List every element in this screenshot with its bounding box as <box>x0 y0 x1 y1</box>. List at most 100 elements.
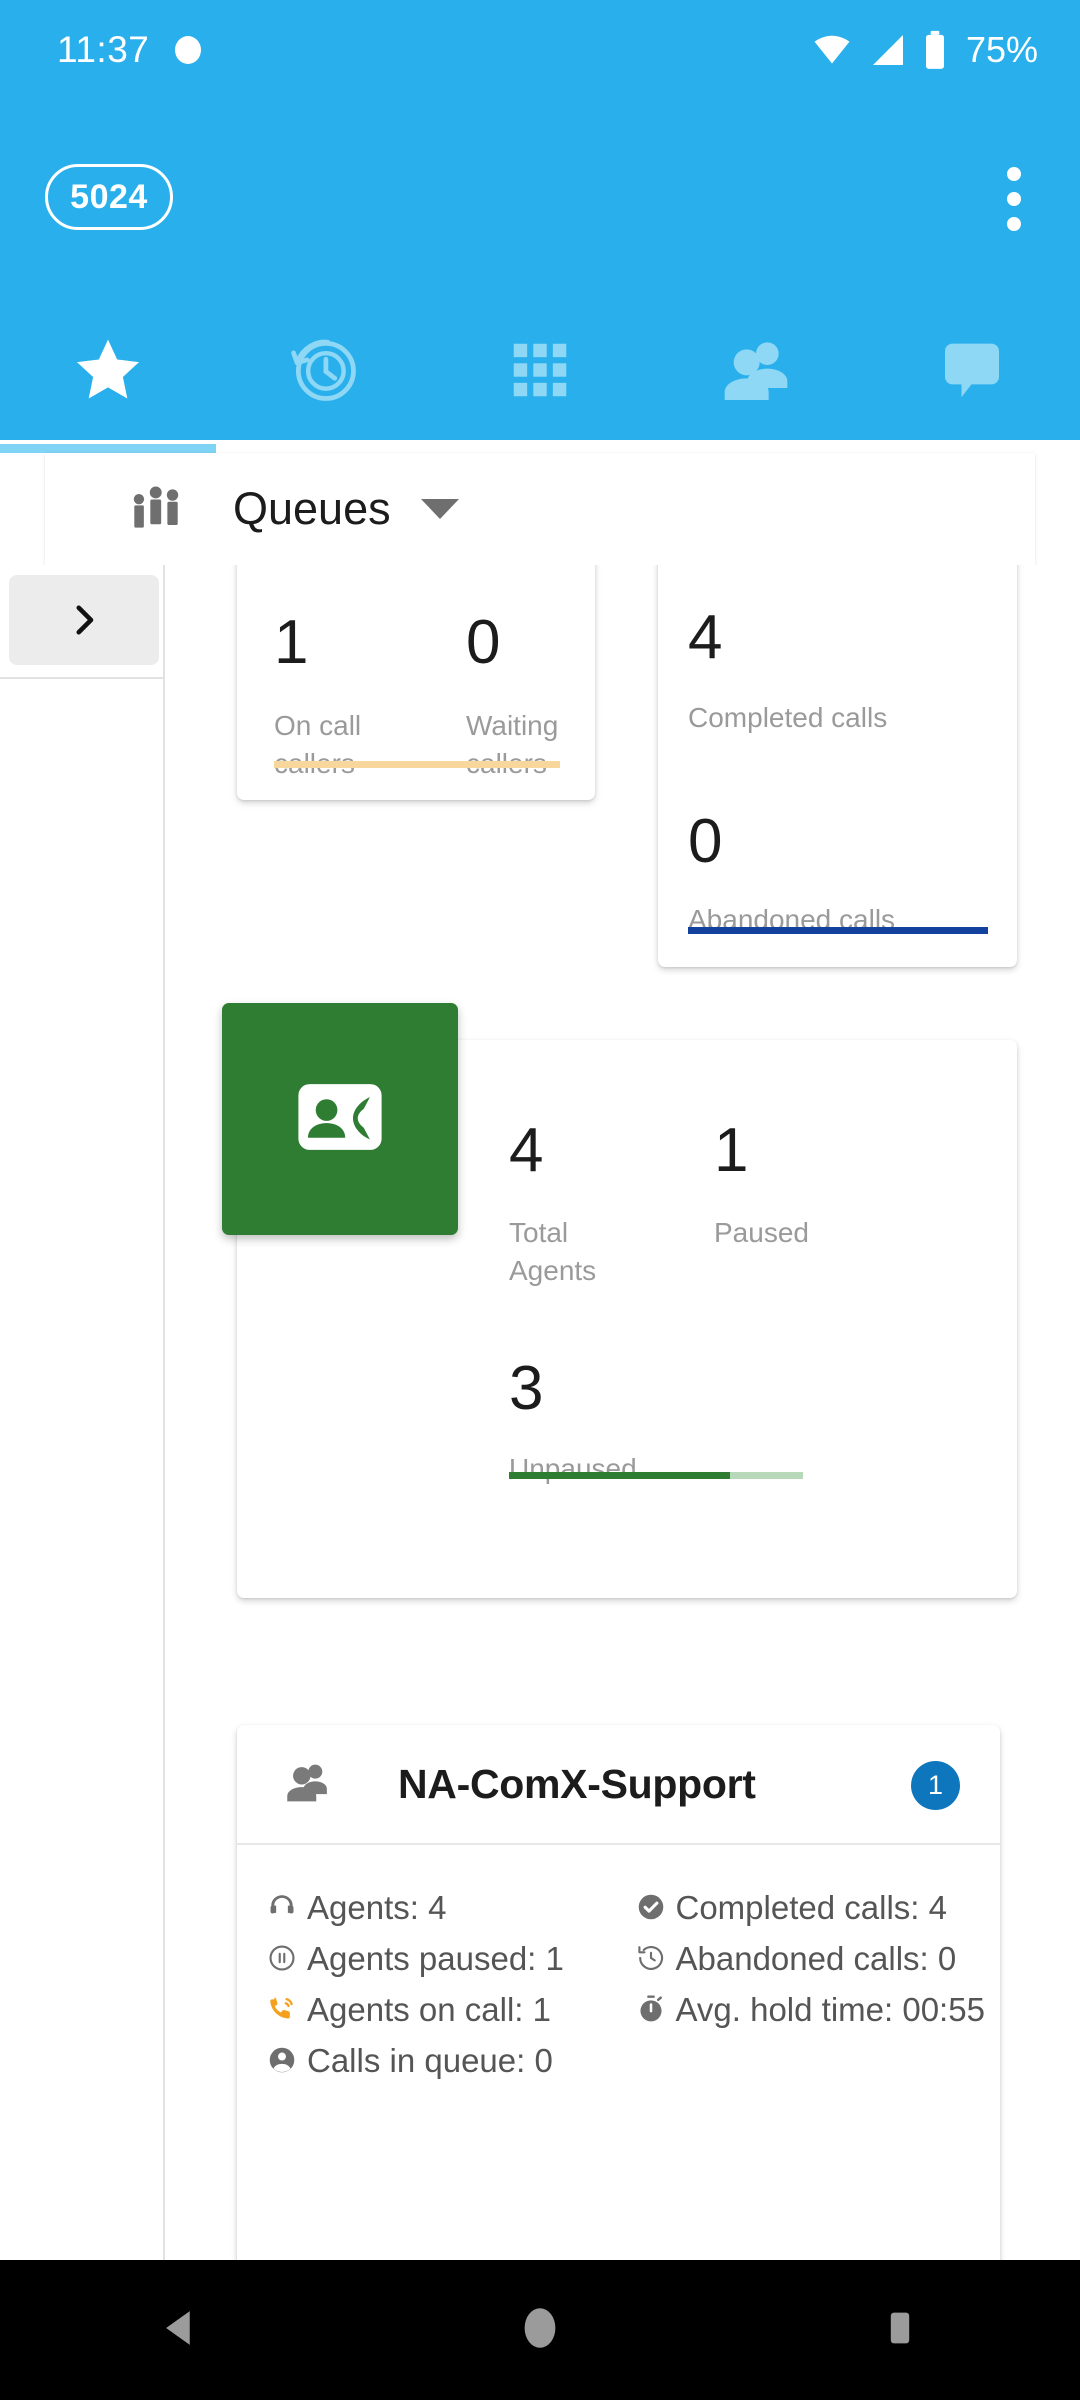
tab-messages[interactable] <box>864 300 1080 440</box>
nav-home-button[interactable] <box>480 2302 600 2359</box>
nav-back-button[interactable] <box>120 2302 240 2359</box>
notification-dot-icon <box>175 36 202 64</box>
android-nav-bar <box>0 2260 1080 2400</box>
contact-phone-icon <box>288 1065 392 1174</box>
overflow-menu-button[interactable] <box>978 160 1050 238</box>
agents-summary-card[interactable]: 4 Total Agents 1 Paused 3 Unpaused <box>222 1003 1017 1598</box>
metric-value: 4 <box>509 1116 544 1185</box>
stat-calls-in-queue: Calls in queue: 0 <box>266 2042 619 2085</box>
metric-label: Completed calls <box>688 702 888 733</box>
stat-avg-hold-time: Avg. hold time: 00:55 <box>635 1991 1001 2034</box>
queue-name: NA-ComX-Support <box>398 1760 756 1807</box>
tab-contacts[interactable] <box>648 300 864 440</box>
metric-value: 1 <box>714 1116 749 1185</box>
queue-detail-card[interactable]: NA-ComX-Support 1 Agents: 4 Agents pause… <box>237 1725 1000 2260</box>
stat-text: Abandoned calls: 0 <box>675 1939 957 1977</box>
status-bar-clock: 11:37 <box>57 29 150 70</box>
metric-label: Paused <box>714 1217 809 1248</box>
tab-bar <box>0 300 1080 440</box>
triangle-back-icon <box>154 2302 206 2359</box>
stat-text: Agents on call: 1 <box>307 1990 551 2028</box>
battery-icon <box>922 30 948 70</box>
stat-text: Avg. hold time: 00:55 <box>675 1990 985 2028</box>
tab-keypad[interactable] <box>432 300 648 440</box>
more-vert-icon-dot <box>1007 167 1021 181</box>
tab-favorites[interactable] <box>0 300 216 440</box>
queues-dashboard: 1 On call callers 0 Waiting callers 4 Co… <box>0 565 1080 2260</box>
cellular-signal-icon <box>868 32 908 68</box>
stat-completed-calls: Completed calls: 4 <box>635 1889 1001 1932</box>
metric-on-call-callers: 1 On call callers <box>274 612 394 783</box>
phone-in-talk-icon <box>266 1993 298 2034</box>
agents-metrics: 4 Total Agents 1 Paused <box>509 1120 844 1290</box>
metric-value: 3 <box>509 1354 544 1423</box>
metric-value: 4 <box>688 603 723 672</box>
agents-tile[interactable] <box>222 1003 458 1235</box>
stat-agents-paused: Agents paused: 1 <box>266 1940 619 1983</box>
queue-badge-count: 1 <box>911 1761 960 1810</box>
headset-icon <box>266 1891 298 1932</box>
stat-text: Agents paused: 1 <box>307 1939 564 1977</box>
people-icon <box>716 330 796 410</box>
dialpad-grid-icon <box>505 335 575 405</box>
metric-label: Waiting callers <box>466 710 559 779</box>
stat-agents: Agents: 4 <box>266 1889 619 1932</box>
extension-chip[interactable]: 5024 <box>45 164 173 230</box>
stat-text: Completed calls: 4 <box>675 1889 947 1926</box>
metric-waiting-callers: 0 Waiting callers <box>466 612 586 783</box>
chevron-down-icon[interactable] <box>420 499 459 519</box>
left-rail <box>0 565 165 2260</box>
metric-label: Total Agents <box>509 1217 597 1287</box>
star-icon <box>70 332 146 408</box>
queue-stats-left: Agents: 4 Agents paused: 1 Agents on cal… <box>237 1889 619 2093</box>
rail-divider <box>0 677 165 679</box>
stat-text: Calls in queue: 0 <box>307 2041 553 2079</box>
callers-metrics: 1 On call callers 0 Waiting callers <box>274 612 586 783</box>
circle-home-icon <box>514 2302 566 2359</box>
stat-abandoned-calls: Abandoned calls: 0 <box>635 1940 1001 1983</box>
chevron-right-icon <box>63 599 105 641</box>
account-circle-icon <box>266 2044 298 2085</box>
stat-agents-on-call: Agents on call: 1 <box>266 1991 619 2034</box>
square-recents-icon <box>876 2304 924 2357</box>
metric-total-agents: 4 Total Agents <box>509 1120 639 1290</box>
people-icon <box>280 1755 338 1813</box>
queue-card-header: NA-ComX-Support 1 <box>237 1725 1000 1845</box>
callers-progress-bar <box>274 761 560 768</box>
metric-value: 0 <box>688 807 723 876</box>
history-restore-icon <box>635 1942 667 1983</box>
agents-progress-bar <box>509 1472 803 1479</box>
nav-recents-button[interactable] <box>840 2304 960 2357</box>
metric-abandoned-calls: 0 Abandoned calls <box>688 811 895 939</box>
metric-label: Unpaused <box>509 1453 637 1484</box>
tab-history[interactable] <box>216 300 432 440</box>
metric-completed-calls: 4 Completed calls <box>688 607 887 737</box>
status-bar: 11:37 75% <box>0 0 1080 100</box>
queue-stats-right: Completed calls: 4 Abandoned calls: 0 Av… <box>619 1889 1001 2093</box>
history-clock-icon <box>286 332 362 408</box>
calls-progress-bar <box>688 927 988 934</box>
extension-chip-label: 5024 <box>70 177 148 216</box>
metric-unpaused-agents: 3 Unpaused <box>509 1358 637 1488</box>
more-vert-icon-dot <box>1007 217 1021 231</box>
metric-paused-agents: 1 Paused <box>714 1120 844 1290</box>
section-header-queues[interactable]: Queues <box>45 453 1035 565</box>
metric-value: 0 <box>466 608 501 677</box>
more-vert-icon-dot <box>1007 192 1021 206</box>
wifi-icon <box>810 32 854 68</box>
section-title: Queues <box>233 483 391 534</box>
agents-progress-fill <box>509 1472 730 1479</box>
battery-percent-label: 75% <box>965 29 1038 70</box>
callers-summary-card[interactable]: 1 On call callers 0 Waiting callers <box>237 565 595 800</box>
group-people-icon <box>125 478 187 540</box>
check-circle-icon <box>635 1891 667 1932</box>
queue-stats: Agents: 4 Agents paused: 1 Agents on cal… <box>237 1845 1000 2093</box>
metric-value: 1 <box>274 608 309 677</box>
expand-panel-button[interactable] <box>9 575 159 665</box>
timer-icon <box>635 1993 667 2034</box>
metric-label: On call callers <box>274 710 362 779</box>
calls-summary-card[interactable]: 4 Completed calls 0 Abandoned calls <box>658 565 1017 967</box>
stat-text: Agents: 4 <box>307 1889 447 1926</box>
pause-circle-icon <box>266 1942 298 1983</box>
active-tab-indicator <box>0 444 216 453</box>
